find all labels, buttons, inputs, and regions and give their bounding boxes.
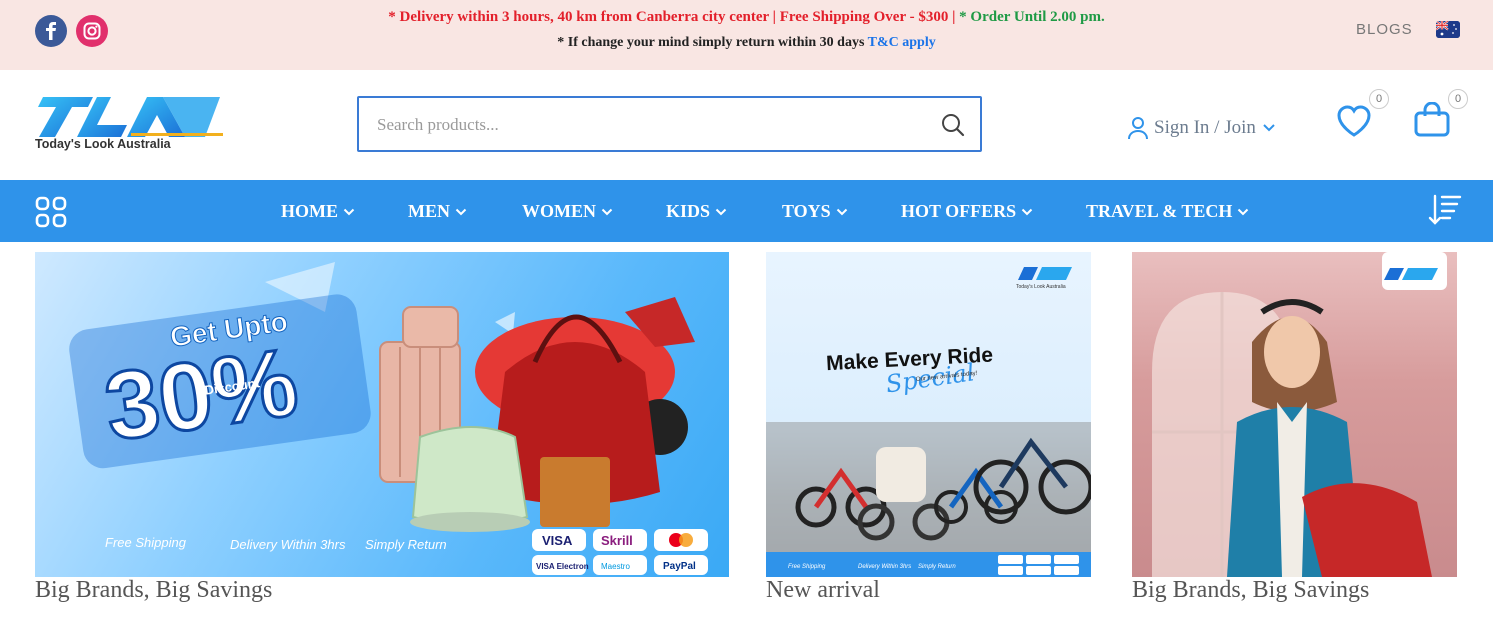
user-icon xyxy=(1128,117,1148,140)
promo-line-delivery: * Delivery within 3 hours, 40 km from Ca… xyxy=(0,9,1493,26)
nav-label: MEN xyxy=(408,200,450,221)
logo-text: Today's Look Australia xyxy=(35,137,172,151)
banner2-feature-shipping: Free Shipping xyxy=(788,564,826,570)
promo-banner-fashion[interactable] xyxy=(1132,252,1457,577)
signin-join-button[interactable]: Sign In / Join xyxy=(1128,113,1276,143)
banner3-caption[interactable]: Big Brands, Big Savings xyxy=(1132,577,1369,604)
nav-label: HOME xyxy=(281,200,338,221)
nav-item-toys[interactable]: TOYS xyxy=(782,180,848,242)
returns-text: * If change your mind simply return with… xyxy=(557,35,865,50)
blogs-link[interactable]: BLOGS xyxy=(1356,21,1413,38)
announcement-bar: * Delivery within 3 hours, 40 km from Ca… xyxy=(0,0,1493,70)
cart-button[interactable] xyxy=(1413,101,1451,138)
nav-label: TRAVEL & TECH xyxy=(1086,200,1233,221)
banner1-feature-return: Simply Return xyxy=(365,537,447,552)
banner1-feature-delivery: Delivery Within 3hrs xyxy=(230,537,346,552)
payment-visa-electron: VISA Electron xyxy=(536,562,589,571)
nav-item-home[interactable]: HOME xyxy=(281,180,355,242)
banner1-feature-shipping: Free Shipping xyxy=(105,535,187,550)
banner2-feature-return: Simply Return xyxy=(918,564,956,570)
wishlist-count-badge: 0 xyxy=(1369,89,1389,109)
nav-label: KIDS xyxy=(666,200,711,221)
wishlist-button[interactable] xyxy=(1336,104,1372,140)
payment-visa: VISA xyxy=(542,533,573,548)
banner2-logo-text: Today's Look Australia xyxy=(1016,284,1066,290)
banner1-caption[interactable]: Big Brands, Big Savings xyxy=(35,577,272,604)
nav-label: WOMEN xyxy=(522,200,596,221)
shopping-bag-icon xyxy=(1414,101,1450,137)
search-icon[interactable] xyxy=(938,110,968,140)
payment-maestro: Maestro xyxy=(601,562,630,571)
australia-flag-icon[interactable] xyxy=(1436,21,1460,38)
promo-green-text: * Order Until 2.00 pm. xyxy=(959,9,1105,25)
heart-icon xyxy=(1337,105,1371,137)
nav-item-hot-offers[interactable]: HOT OFFERS xyxy=(901,180,1033,242)
nav-label: TOYS xyxy=(782,200,831,221)
payment-paypal: PayPal xyxy=(663,561,696,572)
chevron-down-icon xyxy=(343,208,355,216)
chevron-down-icon xyxy=(836,208,847,216)
promo-line-returns: * If change your mind simply return with… xyxy=(0,35,1493,51)
site-logo[interactable]: Today's Look Australia xyxy=(35,95,225,155)
payment-skrill: Skrill xyxy=(601,533,633,548)
categories-grid-icon[interactable] xyxy=(35,196,67,228)
sort-menu-icon[interactable] xyxy=(1428,193,1462,227)
search-input[interactable] xyxy=(377,112,917,138)
main-nav: HOME MEN WOMEN KIDS TOYS HOT OFFERS TRAV… xyxy=(0,180,1493,242)
search-bar xyxy=(357,96,982,152)
terms-link[interactable]: T&C apply xyxy=(868,35,936,50)
banner2-caption[interactable]: New arrival xyxy=(766,577,880,604)
promo-banner-discount[interactable]: Get Upto 30% Discount Free Shipping Deli… xyxy=(35,252,729,577)
chevron-down-icon xyxy=(455,208,467,216)
nav-item-travel-tech[interactable]: TRAVEL & TECH xyxy=(1086,180,1249,242)
signin-label: Sign In / Join xyxy=(1154,117,1256,138)
nav-item-kids[interactable]: KIDS xyxy=(666,180,727,242)
chevron-down-icon xyxy=(601,208,613,216)
nav-item-women[interactable]: WOMEN xyxy=(522,180,613,242)
banner2-feature-delivery: Delivery Within 3hrs xyxy=(858,564,911,570)
nav-label: HOT OFFERS xyxy=(901,200,1017,221)
chevron-down-icon xyxy=(1238,208,1249,216)
chevron-down-icon xyxy=(1021,208,1033,216)
promo-red-text: * Delivery within 3 hours, 40 km from Ca… xyxy=(388,9,956,25)
chevron-down-icon xyxy=(1263,124,1275,132)
nav-item-men[interactable]: MEN xyxy=(408,180,467,242)
cart-count-badge: 0 xyxy=(1448,89,1468,109)
promo-banner-new-arrival[interactable]: Today's Look Australia Make Every Ride S… xyxy=(766,252,1091,577)
chevron-down-icon xyxy=(715,208,727,216)
